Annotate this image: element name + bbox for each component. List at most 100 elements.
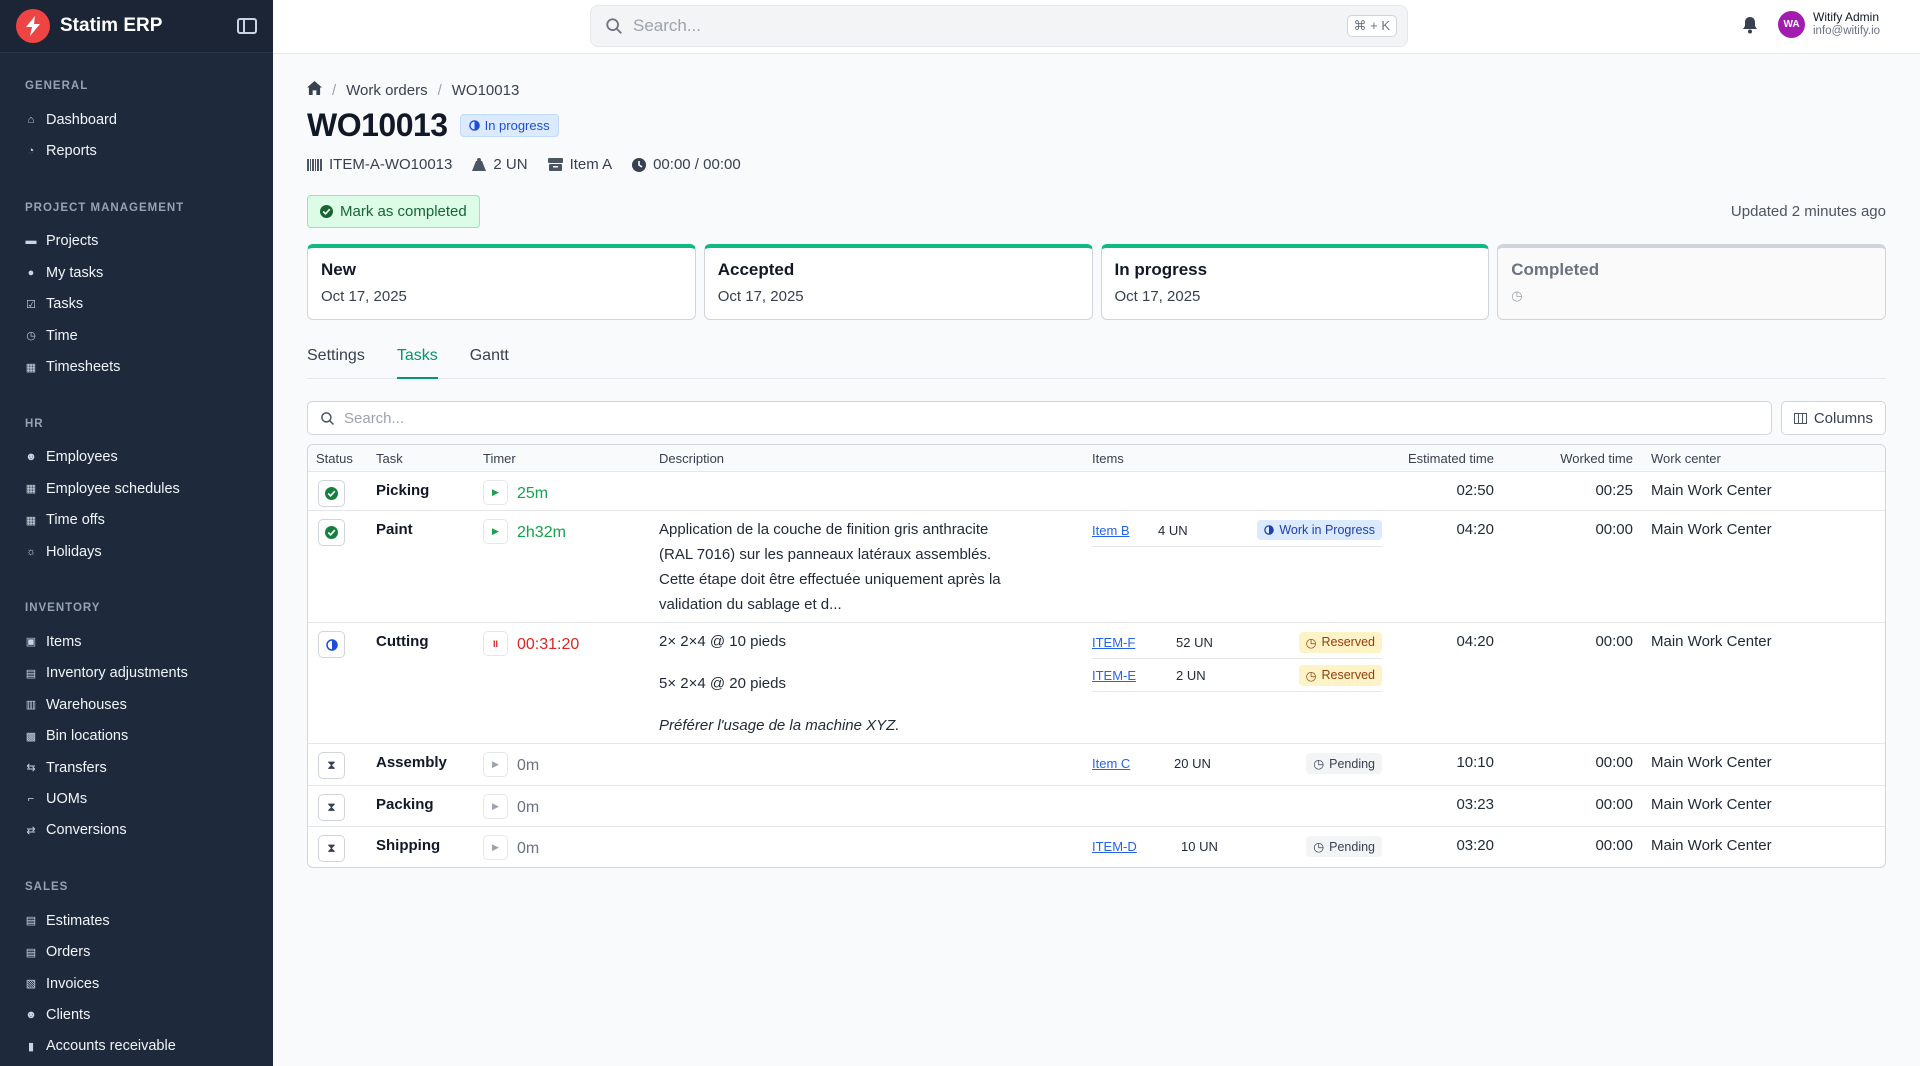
meta-row: ITEM-A-WO10013 2 UN Item A 00:00 / 00:00 [307,156,1886,173]
convert-icon: ⇄ [26,824,36,837]
sidebar-item-accounts-receivable[interactable]: ▮ Accounts receivable [0,1031,273,1062]
mark-completed-button[interactable]: Mark as completed [307,195,480,228]
worked-time: 00:00 [1595,796,1633,813]
pause-icon[interactable]: II [483,631,508,656]
pie-chart-icon: ◔ [27,145,35,158]
play-icon[interactable]: ▶ [483,794,508,819]
item-link[interactable]: Item C [1092,756,1174,771]
header-items[interactable]: Items [1092,451,1378,466]
calendar-icon: ▦ [25,483,37,496]
sidebar-item-inventory-adjustments[interactable]: ▤ Inventory adjustments [0,658,273,689]
table-row[interactable]: ⧗ Shipping ▶ 0m ITEM-D 10 UN ◷ Pending 03:… [308,827,1885,867]
sidebar-item-holidays[interactable]: ☼ Holidays [0,536,273,567]
table-header: Status Task Timer Description Items Esti… [308,445,1885,472]
sidebar-item-uoms[interactable]: ⌐ UOMs [0,783,273,814]
header-work-center[interactable]: Work center [1633,451,1885,466]
sidebar-item-conversions[interactable]: ⇄ Conversions [0,815,273,846]
timer-cell: ▶ 25m [483,472,659,513]
item-link[interactable]: ITEM-D [1092,839,1181,854]
hourglass-icon[interactable]: ⧗ [318,835,345,862]
sidebar-item-label: Time offs [46,512,105,529]
play-icon[interactable]: ▶ [483,480,508,505]
nav-group-title: SALES [25,881,69,894]
lightning-logo-icon [16,9,50,43]
play-icon[interactable]: ▶ [483,519,508,544]
updated-timestamp: Updated 2 minutes ago [1730,203,1886,220]
tab-gantt[interactable]: Gantt [470,346,509,378]
sidebar-item-bin-locations[interactable]: ▩ Bin locations [0,720,273,751]
sidebar-item-dashboard[interactable]: ⌂ Dashboard [0,104,273,135]
time-meta: 00:00 / 00:00 [632,156,741,173]
header-description[interactable]: Description [659,451,1092,466]
sidebar-item-time[interactable]: ◷ Time [0,320,273,351]
bell-icon[interactable] [1742,16,1758,38]
sidebar-item-projects[interactable]: ▬ Projects [0,226,273,257]
completed-status-icon[interactable] [318,519,345,546]
hourglass-icon[interactable]: ⧗ [318,794,345,821]
sidebar-item-clients[interactable]: ☻ Clients [0,999,273,1030]
sidebar-item-timesheets[interactable]: ▦ Timesheets [0,351,273,382]
completed-status-icon[interactable] [318,480,345,507]
header-estimated-time[interactable]: Estimated time [1378,451,1494,466]
sidebar-item-my-tasks[interactable]: ● My tasks [0,257,273,288]
header-timer[interactable]: Timer [483,451,659,466]
table-row[interactable]: ⧗ Packing ▶ 0m 03:23 00:00 Main Work Cent… [308,786,1885,827]
stage-name: Accepted [717,260,795,279]
bar-chart-icon: ▮ [27,1040,35,1053]
header-status[interactable]: Status [308,451,376,466]
sidebar-item-time-offs[interactable]: ▦ Time offs [0,505,273,536]
sidebar-item-label: Accounts receivable [46,1038,176,1055]
play-icon[interactable]: ▶ [483,752,508,777]
home-icon[interactable] [307,81,322,99]
weight-icon [472,158,487,171]
user-menu[interactable]: WA Witify Admin info@witify.io [1778,10,1880,38]
item-line: ITEM-F 52 UN ◷ Reserved [1092,626,1382,659]
header-task[interactable]: Task [376,451,483,466]
columns-button[interactable]: Columns [1780,401,1886,435]
page-title: WO10013 [307,107,448,143]
sidebar-item-invoices[interactable]: ▧ Invoices [0,968,273,999]
calendar-icon: ▦ [25,361,37,374]
sidebar-item-employees[interactable]: ☻ Employees [0,442,273,473]
table-row[interactable]: Picking ▶ 25m 02:50 00:25 Main Work Cente… [308,472,1885,511]
play-icon[interactable]: ▶ [483,835,508,860]
sidebar-item-employee-schedules[interactable]: ▦ Employee schedules [0,473,273,504]
header-worked-time[interactable]: Worked time [1494,451,1633,466]
task-search-input[interactable]: Search... [307,401,1772,435]
sidebar-item-orders[interactable]: ▤ Orders [0,936,273,967]
sidebar-toggle-icon[interactable] [237,18,257,34]
sidebar-item-estimates[interactable]: ▤ Estimates [0,905,273,936]
in-progress-status-icon[interactable] [318,631,345,658]
transfer-icon: ⇆ [26,762,36,775]
building-icon: ▥ [25,699,37,712]
item-link[interactable]: ITEM-F [1092,635,1176,650]
hourglass-icon[interactable]: ⧗ [318,752,345,779]
items-cell [1092,472,1378,490]
progress-icon [468,120,480,131]
brand-link[interactable]: Statim ERP [16,9,162,43]
sidebar-item-reports[interactable]: ◔ Reports [0,135,273,166]
action-row: Mark as completed Updated 2 minutes ago [307,195,1886,228]
global-search-input[interactable]: Search... ⌘ + K [590,5,1408,47]
tab-settings[interactable]: Settings [307,346,365,378]
sidebar-item-items[interactable]: ▣ Items [0,626,273,657]
breadcrumb: / Work orders / WO10013 [307,81,1886,99]
stage-date: Oct 17, 2025 [321,288,407,305]
sidebar-item-tasks[interactable]: ☑ Tasks [0,289,273,320]
reserved-badge: ◷ Reserved [1298,664,1382,686]
description-note: Préférer l'usage de la machine XYZ. [659,717,900,734]
item-link[interactable]: Item B [1092,523,1158,538]
item-line: Item C 20 UN ◷ Pending [1092,747,1382,780]
table-row[interactable]: ⧗ Assembly ▶ 0m Item C 20 UN ◷ Pending 10:… [308,744,1885,786]
table-row[interactable]: Paint ▶ 2h32m Application de la couche de… [308,511,1885,623]
sidebar-item-transfers[interactable]: ⇆ Transfers [0,752,273,783]
table-row[interactable]: Cutting II 00:31:20 2× 2×4 @ 10 pieds 5× … [308,623,1885,744]
sidebar-item-label: Employees [46,449,118,466]
sidebar-item-warehouses[interactable]: ▥ Warehouses [0,689,273,720]
sidebar-item-label: Employee schedules [46,480,180,497]
tab-tasks[interactable]: Tasks [396,346,438,379]
nav-group: SALES ▤ Estimates ▤ Orders ▧ Invoices ☻ Clients ▮… [0,854,273,1066]
item-link[interactable]: ITEM-E [1092,668,1176,683]
timer-value: 0m [517,839,540,857]
breadcrumb-work-orders[interactable]: Work orders [346,82,427,99]
